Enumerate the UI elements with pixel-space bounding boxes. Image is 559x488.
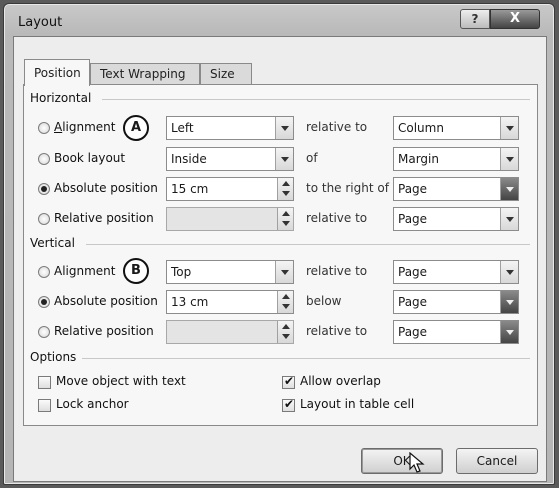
v-relative-position-label[interactable]: Relative position (54, 324, 154, 338)
horizontal-group-label: Horizontal (30, 91, 92, 105)
vertical-divider (86, 244, 530, 245)
callout-badge-b: B (123, 258, 149, 284)
v-absolute-position-target-combo[interactable]: Page (393, 290, 519, 314)
allow-overlap-checkbox[interactable] (282, 374, 295, 389)
v-relative-position-relation: relative to (306, 324, 368, 338)
v-absolute-position-radio[interactable] (38, 296, 50, 308)
h-book-layout-value: Inside (171, 152, 207, 166)
dialog-client: Position Text Wrapping Size Horizontal A… (13, 36, 547, 482)
h-absolute-position-target-combo[interactable]: Page (393, 177, 519, 201)
chevron-down-icon[interactable] (500, 178, 518, 200)
layout-dialog: Layout ? X Position Text Wrapping Size H… (3, 3, 555, 485)
chevron-down-icon[interactable] (500, 291, 518, 313)
position-tab-panel: Horizontal Alignment A Left relative to … (23, 84, 538, 426)
h-absolute-position-relation: to the right of (306, 181, 389, 195)
spinner-icon[interactable] (277, 178, 293, 200)
h-relative-position-radio[interactable] (38, 213, 50, 225)
v-alignment-combo[interactable]: Top (166, 260, 294, 284)
tab-text-wrapping[interactable]: Text Wrapping (90, 63, 200, 85)
v-alignment-relation: relative to (306, 264, 368, 278)
chevron-down-icon[interactable] (275, 117, 293, 139)
layout-in-table-cell-checkbox[interactable] (282, 397, 295, 412)
ok-button[interactable]: OK (361, 448, 443, 474)
h-alignment-relation: relative to (306, 120, 368, 134)
h-relative-position-target-combo[interactable]: Page (393, 207, 519, 231)
h-book-layout-radio[interactable] (38, 153, 50, 165)
layout-in-table-cell-label[interactable]: Layout in table cell (300, 397, 414, 411)
spinner-icon[interactable] (277, 291, 293, 313)
help-button[interactable]: ? (460, 9, 490, 29)
h-absolute-position-radio[interactable] (38, 183, 50, 195)
options-divider (82, 358, 530, 359)
mouse-pointer-icon (409, 452, 425, 473)
dialog-title: Layout (18, 15, 63, 30)
v-absolute-position-target-value: Page (398, 295, 428, 309)
h-alignment-value: Left (171, 121, 194, 135)
h-alignment-target-combo[interactable]: Column (393, 116, 519, 140)
h-alignment-radio[interactable] (38, 122, 50, 134)
spinner-icon (277, 208, 293, 230)
chevron-down-icon[interactable] (500, 321, 518, 343)
v-alignment-value: Top (171, 265, 192, 279)
options-group-label: Options (30, 350, 77, 364)
v-alignment-target-combo[interactable]: Page (393, 260, 519, 284)
spinner-icon (277, 321, 293, 343)
chevron-down-icon[interactable] (275, 261, 293, 283)
h-book-layout-label[interactable]: Book layout (54, 151, 125, 165)
v-absolute-position-label[interactable]: Absolute position (54, 294, 158, 308)
h-alignment-target-value: Column (398, 121, 444, 135)
lock-anchor-label[interactable]: Lock anchor (56, 397, 129, 411)
chevron-down-icon[interactable] (500, 208, 518, 230)
tab-position[interactable]: Position (24, 59, 90, 86)
callout-badge-a: A (123, 115, 149, 141)
h-book-layout-target-combo[interactable]: Margin (393, 147, 519, 171)
h-book-layout-combo[interactable]: Inside (166, 147, 294, 171)
h-absolute-position-target-value: Page (398, 182, 428, 196)
chevron-down-icon[interactable] (275, 148, 293, 170)
vertical-group-label: Vertical (30, 236, 75, 250)
close-button[interactable]: X (490, 9, 540, 29)
h-relative-position-input (166, 207, 294, 231)
allow-overlap-label[interactable]: Allow overlap (300, 374, 381, 388)
h-book-layout-target-value: Margin (398, 152, 439, 166)
v-absolute-position-value: 13 cm (171, 295, 209, 309)
v-alignment-radio[interactable] (38, 266, 50, 278)
h-absolute-position-input[interactable]: 15 cm (166, 177, 294, 201)
h-relative-position-relation: relative to (306, 211, 368, 225)
move-object-checkbox[interactable] (38, 376, 51, 389)
chevron-down-icon[interactable] (500, 148, 518, 170)
h-absolute-position-label[interactable]: Absolute position (54, 181, 158, 195)
v-absolute-position-input[interactable]: 13 cm (166, 290, 294, 314)
cancel-button[interactable]: Cancel (456, 448, 538, 474)
h-alignment-combo[interactable]: Left (166, 116, 294, 140)
h-alignment-label-rest: lignment (62, 120, 116, 134)
h-relative-position-label[interactable]: Relative position (54, 211, 154, 225)
move-object-label[interactable]: Move object with text (56, 374, 186, 388)
h-book-layout-relation: of (306, 151, 318, 165)
chevron-down-icon[interactable] (500, 261, 518, 283)
v-alignment-label[interactable]: Alignment (54, 264, 115, 278)
v-relative-position-radio[interactable] (38, 326, 50, 338)
v-relative-position-target-value: Page (398, 325, 428, 339)
horizontal-divider (102, 99, 530, 100)
v-alignment-target-value: Page (398, 265, 428, 279)
v-relative-position-target-combo[interactable]: Page (393, 320, 519, 344)
h-alignment-label-accel: A (54, 120, 63, 134)
v-relative-position-input (166, 320, 294, 344)
tab-size[interactable]: Size (200, 63, 252, 85)
title-bar[interactable]: Layout ? X (4, 4, 554, 38)
h-absolute-position-value: 15 cm (171, 182, 209, 196)
lock-anchor-checkbox[interactable] (38, 399, 51, 412)
v-absolute-position-relation: below (306, 294, 342, 308)
chevron-down-icon[interactable] (500, 117, 518, 139)
h-alignment-label[interactable]: Alignment (54, 120, 116, 134)
h-relative-position-target-value: Page (398, 212, 428, 226)
